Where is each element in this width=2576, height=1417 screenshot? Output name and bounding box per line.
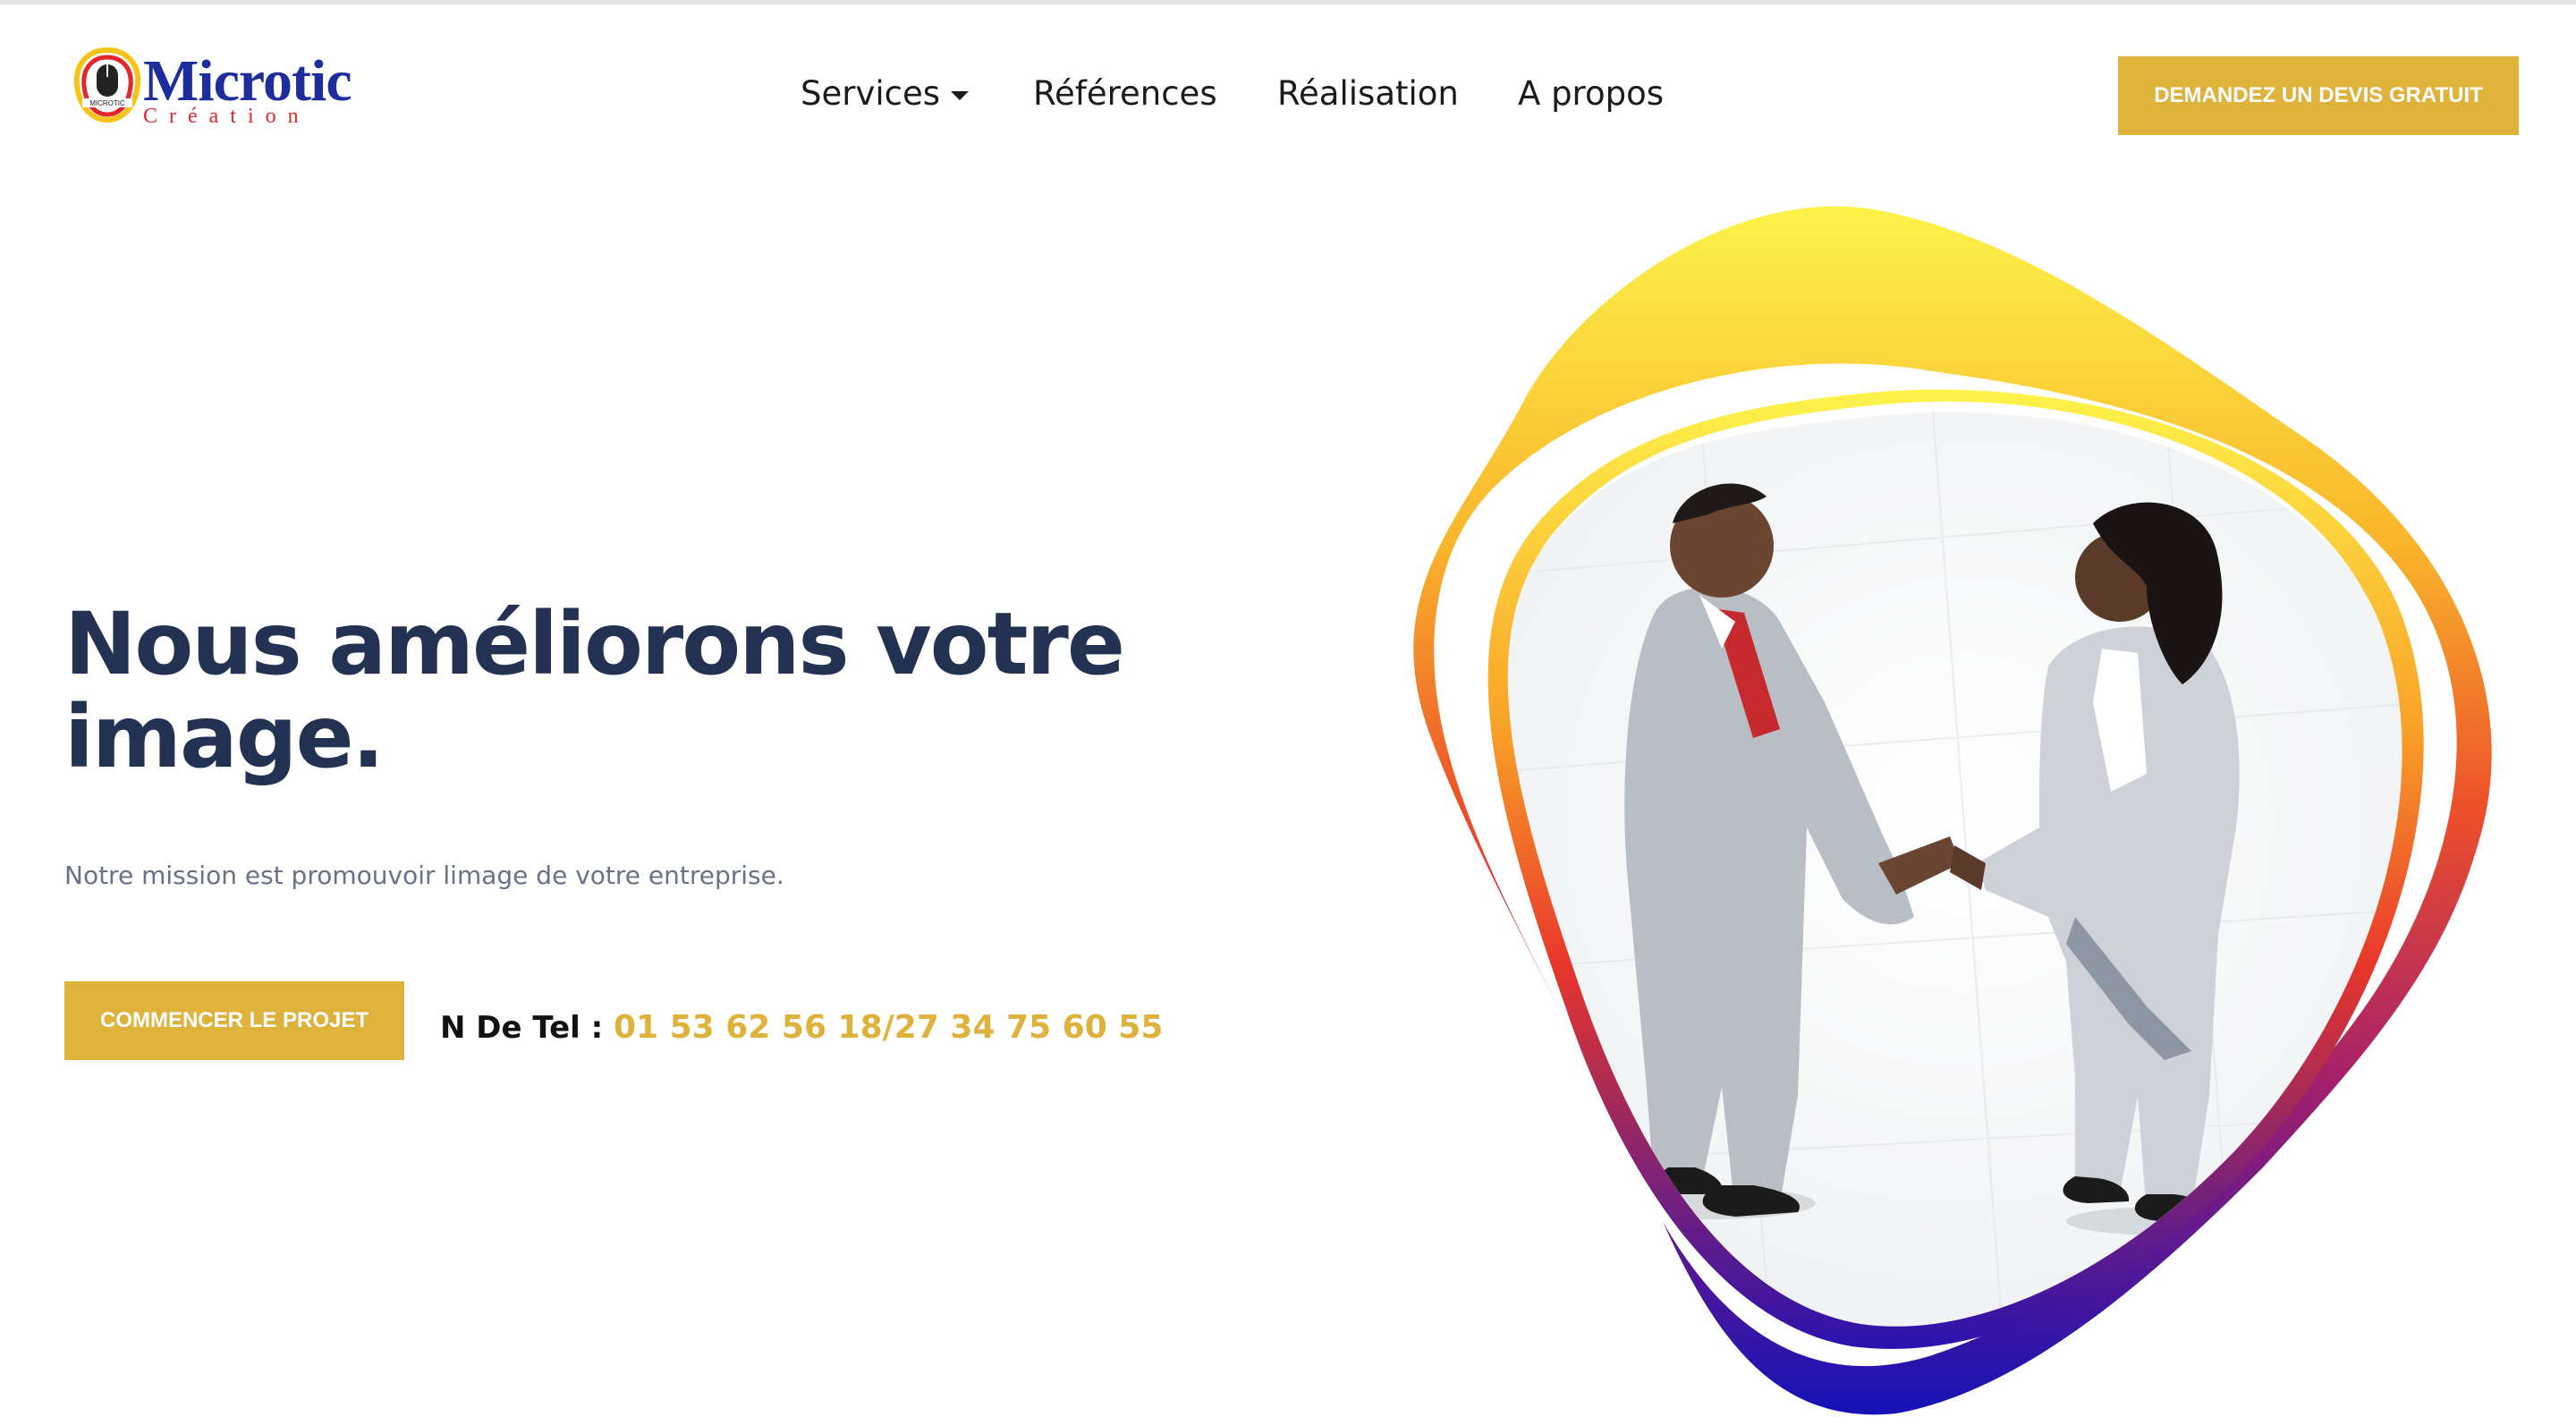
logo-tagline: Création	[143, 105, 310, 128]
nav-item-label: Services	[801, 74, 941, 113]
phone-label: N De Tel :	[440, 1010, 604, 1046]
nav-item-label: A propos	[1518, 74, 1664, 113]
site-header: MICROTIC Microtic Création Services Réfé…	[0, 4, 2576, 174]
hero-illustration	[1413, 206, 2492, 1415]
chevron-down-icon	[951, 90, 970, 100]
logo-wordmark: Microtic	[143, 48, 352, 114]
hero-title: Nous améliorons votre image.	[64, 594, 1125, 787]
nav-item-services[interactable]: Services	[801, 71, 970, 117]
logo-badge-text: MICROTIC	[89, 99, 125, 107]
hero-subtitle: Notre mission est promouvoir limage de v…	[64, 861, 784, 890]
request-quote-button[interactable]: DEMANDEZ UN DEVIS GRATUIT	[2118, 56, 2519, 135]
start-project-button[interactable]: COMMENCER LE PROJET	[64, 981, 404, 1060]
nav-item-realisation[interactable]: Réalisation	[1277, 71, 1459, 117]
nav-item-label: Références	[1033, 74, 1217, 113]
site-logo[interactable]: MICROTIC Microtic Création	[72, 45, 376, 139]
nav-item-references[interactable]: Références	[1033, 71, 1217, 117]
mouse-icon: MICROTIC	[73, 47, 141, 123]
nav-item-label: Réalisation	[1277, 74, 1459, 113]
nav-item-a-propos[interactable]: A propos	[1518, 71, 1664, 117]
phone-number-link[interactable]: 01 53 62 56 18/27 34 75 60 55	[614, 1007, 1163, 1048]
